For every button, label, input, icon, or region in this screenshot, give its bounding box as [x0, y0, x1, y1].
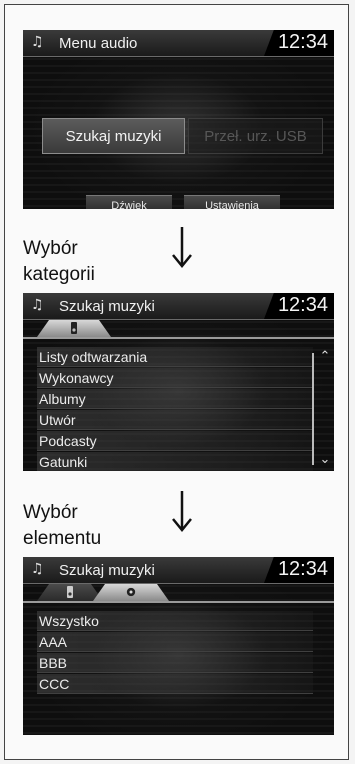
settings-button[interactable]: Ustawienia	[184, 195, 280, 209]
list-item[interactable]: Wykonawcy	[37, 368, 313, 388]
list-item[interactable]: Podcasty	[37, 431, 313, 451]
down-arrow-icon	[172, 227, 192, 268]
tab-underline	[23, 601, 334, 603]
double-chevron-up-icon[interactable]: ⌃	[318, 350, 332, 364]
caption-line2: kategorii	[23, 264, 95, 285]
title-bar: ♫ Menu audio 12:34	[23, 30, 334, 57]
list-item[interactable]: Gatunki	[37, 452, 313, 471]
item-list-screen: ♫ Szukaj muzyki 12:34 Wszystko AAA BBB C…	[23, 557, 334, 735]
list-item[interactable]: BBB	[37, 653, 313, 673]
list-item[interactable]: Listy odtwarzania	[37, 347, 313, 367]
double-chevron-down-icon[interactable]: ⌄	[318, 453, 332, 467]
list-item[interactable]: Albumy	[37, 389, 313, 409]
list-item[interactable]: CCC	[37, 674, 313, 694]
music-note-icon: ♫	[31, 561, 44, 577]
ipod-icon	[65, 586, 75, 598]
ipod-icon	[69, 322, 79, 334]
sound-button[interactable]: Dźwięk	[86, 195, 172, 209]
screen-title: Szukaj muzyki	[59, 298, 155, 315]
tab-underline	[23, 337, 334, 339]
title-bar: ♫ Szukaj muzyki 12:34	[23, 293, 334, 320]
music-note-icon: ♫	[31, 297, 44, 313]
music-note-icon: ♫	[31, 34, 44, 50]
clock: 12:34	[277, 294, 328, 316]
search-music-button[interactable]: Szukaj muzyki	[42, 118, 185, 154]
clock: 12:34	[277, 558, 328, 580]
category-list-screen: ♫ Szukaj muzyki 12:34 Listy odtwarzania …	[23, 293, 334, 471]
scrollbar[interactable]	[312, 353, 314, 465]
screen-title: Szukaj muzyki	[59, 562, 155, 579]
disc-icon	[126, 586, 136, 598]
down-arrow-icon	[172, 491, 192, 532]
list-item[interactable]: AAA	[37, 632, 313, 652]
step-caption-category: Wybór kategorii	[23, 236, 95, 288]
switch-usb-device-button[interactable]: Przeł. urz. USB	[188, 118, 323, 154]
step-caption-item: Wybór elementu	[23, 500, 101, 552]
caption-line1: Wybór	[23, 502, 78, 523]
clock: 12:34	[277, 31, 328, 53]
tab-categories[interactable]	[37, 320, 111, 337]
caption-line1: Wybór	[23, 238, 78, 259]
screen-title: Menu audio	[59, 35, 138, 52]
caption-line2: elementu	[23, 528, 102, 549]
list-item[interactable]: Wszystko	[37, 611, 313, 631]
title-bar: ♫ Szukaj muzyki 12:34	[23, 557, 334, 584]
list-item[interactable]: Utwór	[37, 410, 313, 430]
audio-menu-screen: ♫ Menu audio 12:34 Szukaj muzyki Przeł. …	[23, 30, 334, 209]
tab-items[interactable]	[93, 584, 169, 601]
